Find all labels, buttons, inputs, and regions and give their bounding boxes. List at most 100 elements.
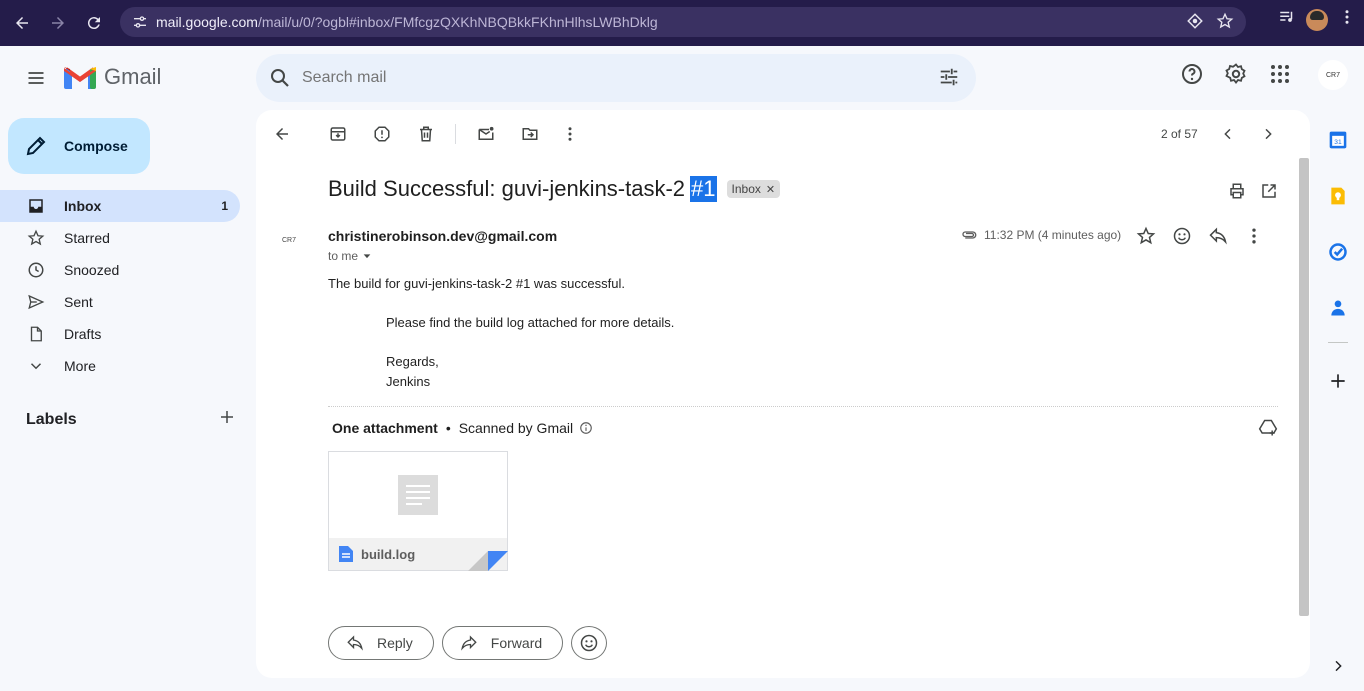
gmail-header: Gmail CR7 [0,46,1364,110]
document-icon [398,475,438,515]
forward-arrow-icon[interactable] [40,5,76,41]
keep-app-icon[interactable] [1316,174,1360,218]
sidebar-nav: Inbox 1 Starred Snoozed Sent Drafts More [0,190,256,382]
open-new-window-icon[interactable] [1260,182,1278,205]
body-line: Jenkins [386,374,431,389]
back-to-inbox-icon[interactable] [270,122,294,146]
forward-button[interactable]: Forward [441,626,564,660]
search-icon[interactable] [268,66,292,90]
attachment-filename: build.log [361,546,416,562]
reload-icon[interactable] [76,5,112,41]
to-me-text: to me [328,249,359,263]
attachment-count: One attachment [332,420,438,436]
help-icon[interactable] [1180,62,1204,91]
chip-label: Inbox [731,182,761,196]
subject-text: Build Successful: guvi-jenkins-task-2 [328,176,686,201]
get-addons-icon[interactable] [1316,359,1360,403]
archive-icon[interactable] [326,122,350,146]
caret-down-icon[interactable] [362,251,372,261]
star-icon [26,228,46,248]
body-line: Regards, [386,354,439,369]
attachment-divider [328,406,1278,407]
browser-profile-avatar[interactable] [1306,8,1328,31]
sidebar-item-drafts[interactable]: Drafts [0,318,240,350]
sidebar-item-inbox[interactable]: Inbox 1 [0,190,240,222]
message-more-icon[interactable] [1244,226,1264,251]
sidebar-item-label: Starred [64,230,110,246]
inbox-label-chip: Inbox ✕ [726,180,781,198]
gmail-logo-text: Gmail [104,64,162,89]
mark-unread-icon[interactable] [474,122,498,146]
account-avatar[interactable]: CR7 [1318,60,1348,90]
attachment-card[interactable]: build.log [328,451,508,571]
recipient-line[interactable]: to me [328,249,372,263]
sidebar-item-label: Sent [64,294,93,310]
settings-gear-icon[interactable] [1224,62,1248,91]
move-to-icon[interactable] [518,122,542,146]
site-settings-icon[interactable] [130,12,150,32]
sidebar-item-starred[interactable]: Starred [0,222,240,254]
subject-highlight: #1 [690,176,717,202]
newer-email-icon[interactable] [1216,122,1240,146]
star-email-icon[interactable] [1136,226,1156,251]
browser-menu-icon[interactable] [1338,8,1356,31]
main-menu-icon[interactable] [16,58,56,98]
search-options-icon[interactable] [938,66,960,88]
sidebar-item-sent[interactable]: Sent [0,286,240,318]
search-bar[interactable] [256,54,976,102]
address-bar[interactable]: mail.google.com/mail/u/0/?ogbl#inbox/FMf… [120,7,1246,37]
body-line: Please find the build log attached for m… [386,315,675,330]
report-spam-icon[interactable] [370,122,394,146]
bookmark-star-icon[interactable] [1216,12,1234,35]
compose-button[interactable]: Compose [8,118,150,174]
expand-side-panel-icon[interactable] [1330,658,1346,679]
emoji-reaction-button[interactable] [571,626,608,660]
email-timestamp: 11:32 PM (4 minutes ago) [984,228,1122,242]
inbox-icon [26,196,46,216]
more-options-icon[interactable] [558,122,582,146]
labels-title: Labels [26,410,77,428]
sidebar-item-snoozed[interactable]: Snoozed [0,254,240,286]
back-arrow-icon[interactable] [4,5,40,41]
separator-dot: • [445,420,451,436]
reply-label: Reply [377,635,413,651]
clock-icon [26,260,46,280]
labels-section: Labels [26,408,236,431]
gmail-logo[interactable]: Gmail [64,64,161,90]
send-icon [26,292,46,312]
draft-icon [26,324,46,344]
calendar-app-icon[interactable]: 31 [1316,118,1360,162]
sidebar-item-label: Drafts [64,326,102,342]
add-to-drive-icon[interactable] [1258,418,1278,443]
sidebar-item-more[interactable]: More [0,350,240,382]
delete-icon[interactable] [414,122,438,146]
sidebar-item-label: Snoozed [64,262,120,278]
attachment-preview [329,452,507,538]
pagination-text: 2 of 57 [1161,127,1198,141]
reply-actions: Reply Forward [328,626,608,660]
email-subject: Build Successful: guvi-jenkins-task-2 #1… [328,176,781,202]
side-panel-apps: 31 [1316,118,1360,415]
install-app-icon[interactable] [1186,12,1204,35]
tasks-app-icon[interactable] [1316,230,1360,274]
add-label-icon[interactable] [218,408,236,431]
search-input[interactable] [302,69,902,87]
older-email-icon[interactable] [1256,122,1280,146]
attachment-header: One attachment • Scanned by Gmail [332,420,593,436]
file-icon [339,546,353,562]
reply-button[interactable]: Reply [328,626,434,660]
reply-icon[interactable] [1208,226,1228,251]
sender-avatar[interactable]: CR7 [282,237,302,257]
add-reaction-icon[interactable] [1172,226,1192,251]
forward-label: Forward [490,635,543,651]
pencil-icon [26,136,46,156]
info-icon[interactable] [579,421,593,435]
contacts-app-icon[interactable] [1316,286,1360,330]
sender-email[interactable]: christinerobinson.dev@gmail.com [328,228,557,244]
remove-label-icon[interactable]: ✕ [766,183,775,196]
email-toolbar: 2 of 57 [256,110,1310,158]
google-apps-icon[interactable] [1268,62,1292,91]
media-controls-icon[interactable] [1278,8,1296,31]
print-icon[interactable] [1228,182,1246,205]
scrollbar[interactable] [1299,158,1309,616]
